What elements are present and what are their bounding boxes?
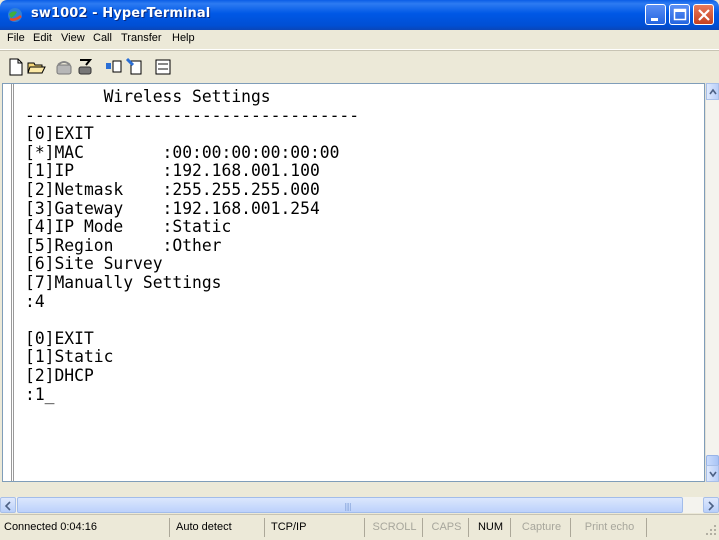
- minimize-icon: [651, 18, 658, 21]
- terminal-line: [1]IP :192.168.001.100: [25, 161, 320, 182]
- terminal-line: :1_: [25, 384, 55, 405]
- status-detect: Auto detect: [172, 518, 265, 537]
- status-scroll: SCROLL: [367, 518, 423, 537]
- terminal-line: [*]MAC :00:00:00:00:00:00: [25, 142, 340, 163]
- terminal-output: Wireless Settings ----------------------…: [25, 88, 359, 404]
- terminal-line: [1]Static: [25, 347, 114, 368]
- horizontal-scrollbar[interactable]: ||||: [0, 497, 719, 513]
- terminal-line: [2]DHCP: [25, 365, 94, 386]
- scroll-right-button[interactable]: [703, 497, 719, 513]
- terminal-line: [7]Manually Settings: [25, 272, 222, 293]
- menu-help[interactable]: Help: [172, 32, 195, 44]
- terminal-line: [6]Site Survey: [25, 254, 163, 275]
- status-caps: CAPS: [425, 518, 469, 537]
- open-folder-icon[interactable]: [26, 57, 46, 77]
- properties-icon[interactable]: [153, 57, 173, 77]
- connect-phone-icon[interactable]: [54, 57, 74, 77]
- minimize-button[interactable]: [645, 4, 666, 25]
- window-title: sw1002 - HyperTerminal: [31, 6, 211, 21]
- terminal-line: Wireless Settings: [25, 87, 271, 107]
- menu-call[interactable]: Call: [93, 32, 112, 44]
- terminal-line: [3]Gateway :192.168.001.254: [25, 198, 320, 219]
- menu-view[interactable]: View: [61, 32, 85, 44]
- vertical-scrollbar[interactable]: [705, 83, 719, 482]
- close-icon: [698, 9, 710, 21]
- maximize-button[interactable]: [669, 4, 690, 25]
- terminal-line: :4: [25, 291, 45, 312]
- terminal-line: [5]Region :Other: [25, 235, 222, 256]
- status-connected: Connected 0:04:16: [0, 518, 170, 537]
- grip-icon: ||||: [344, 502, 352, 511]
- horizontal-scroll-thumb[interactable]: ||||: [17, 497, 683, 513]
- hyperterminal-icon: [8, 8, 22, 22]
- terminal-margin-rule: [11, 84, 14, 481]
- maximize-icon: [673, 8, 687, 21]
- status-bar: Connected 0:04:16 Auto detect TCP/IP SCR…: [0, 514, 719, 540]
- chevron-down-icon: [709, 471, 717, 478]
- send-file-icon[interactable]: [104, 57, 124, 77]
- chevron-up-icon: [709, 88, 717, 95]
- receive-file-icon[interactable]: [125, 57, 145, 77]
- scroll-up-button[interactable]: [706, 83, 719, 100]
- menu-file[interactable]: File: [7, 32, 25, 44]
- terminal-line: [4]IP Mode :Static: [25, 217, 232, 238]
- new-document-icon[interactable]: [6, 57, 26, 77]
- terminal-line: ----------------------------------: [25, 105, 360, 126]
- chevron-left-icon: [4, 501, 11, 511]
- menu-edit[interactable]: Edit: [33, 32, 52, 44]
- status-print-echo: Print echo: [573, 518, 647, 537]
- menu-transfer[interactable]: Transfer: [121, 32, 162, 44]
- status-protocol: TCP/IP: [267, 518, 365, 537]
- menu-bar: File Edit View Call Transfer Help: [0, 30, 719, 50]
- status-num: NUM: [471, 518, 511, 537]
- terminal-screen[interactable]: Wireless Settings ----------------------…: [2, 83, 705, 482]
- close-button[interactable]: [693, 4, 714, 25]
- terminal-line: [0]EXIT: [25, 328, 94, 349]
- status-capture: Capture: [513, 518, 571, 537]
- scroll-left-button[interactable]: [0, 497, 16, 513]
- scroll-down-button[interactable]: [706, 465, 719, 482]
- terminal-line: [2]Netmask :255.255.255.000: [25, 179, 320, 200]
- toolbar: [0, 50, 719, 83]
- chevron-right-icon: [708, 501, 715, 511]
- terminal-line: [0]EXIT: [25, 124, 94, 145]
- disconnect-icon[interactable]: [75, 57, 95, 77]
- resize-grip-icon[interactable]: [705, 524, 717, 536]
- title-bar: sw1002 - HyperTerminal: [0, 0, 719, 30]
